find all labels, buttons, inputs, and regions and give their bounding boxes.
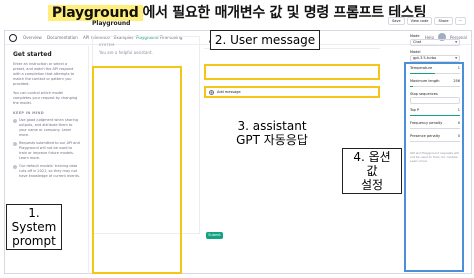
info-icon — [13, 164, 17, 169]
model-select[interactable]: gpt-3.5-turbo ▾ — [410, 55, 460, 62]
playground-title: Playground — [92, 20, 131, 27]
share-button[interactable]: Share — [434, 17, 453, 25]
more-button[interactable]: ··· — [454, 17, 466, 25]
title-highlight: Playground — [47, 5, 143, 21]
sidebar-intro-2: You can control which model completes yo… — [13, 91, 78, 105]
options-highlight-box — [404, 62, 464, 272]
sidebar-title: Get started — [13, 51, 52, 58]
chevron-down-icon: ▾ — [455, 40, 457, 44]
save-button[interactable]: Save — [388, 17, 405, 25]
title-rest: 에서 필요한 매개변수 값 및 명령 프롬프트 테스팅 — [142, 5, 427, 21]
sidebar-tip: Requests submitted to our API and Playgr… — [13, 141, 80, 161]
sidebar-tip-text: Use good judgment when sharing outputs, … — [19, 118, 78, 137]
sidebar-tip: Our default models' training data cuts o… — [13, 164, 80, 179]
sidebar-tip-text: Requests submitted to our API and Playgr… — [19, 141, 80, 160]
info-icon — [13, 141, 17, 146]
nav-overview[interactable]: Overview — [23, 34, 42, 42]
model-label: Model — [410, 50, 421, 54]
sidebar-intro: Enter an instruction or select a preset,… — [13, 62, 75, 86]
nav-documentation[interactable]: Documentation — [47, 34, 78, 42]
mode-label: Mode — [410, 34, 420, 38]
system-input[interactable]: You are a helpful assistant. — [99, 50, 153, 55]
system-prompt-callout: 1. System prompt — [6, 204, 62, 250]
user-message-callout: 2. User message — [210, 30, 320, 50]
user-message-highlight-box — [204, 64, 380, 80]
sidebar-tip-text: Our default models' training data cuts o… — [19, 164, 80, 178]
openai-logo-icon[interactable] — [9, 34, 17, 42]
view-code-button[interactable]: View code — [406, 17, 433, 25]
submit-button[interactable]: Submit — [206, 232, 223, 239]
playground-actions: Save View code Share ··· — [388, 17, 466, 25]
mode-select[interactable]: Chat ▾ — [410, 39, 460, 46]
system-prompt-highlight-box — [92, 66, 182, 274]
sidebar-section-heading: KEEP IN MIND — [13, 111, 44, 115]
sidebar-tip: Use good judgment when sharing outputs, … — [13, 118, 80, 138]
info-icon — [13, 118, 17, 123]
assistant-callout: 3. assistant GPT 자동응답 — [230, 118, 314, 148]
chevron-down-icon: ▾ — [455, 56, 457, 60]
system-label: SYSTEM — [99, 43, 115, 47]
assistant-highlight-box — [204, 86, 380, 98]
options-callout: 4. 옵션 값 설정 — [342, 148, 402, 194]
